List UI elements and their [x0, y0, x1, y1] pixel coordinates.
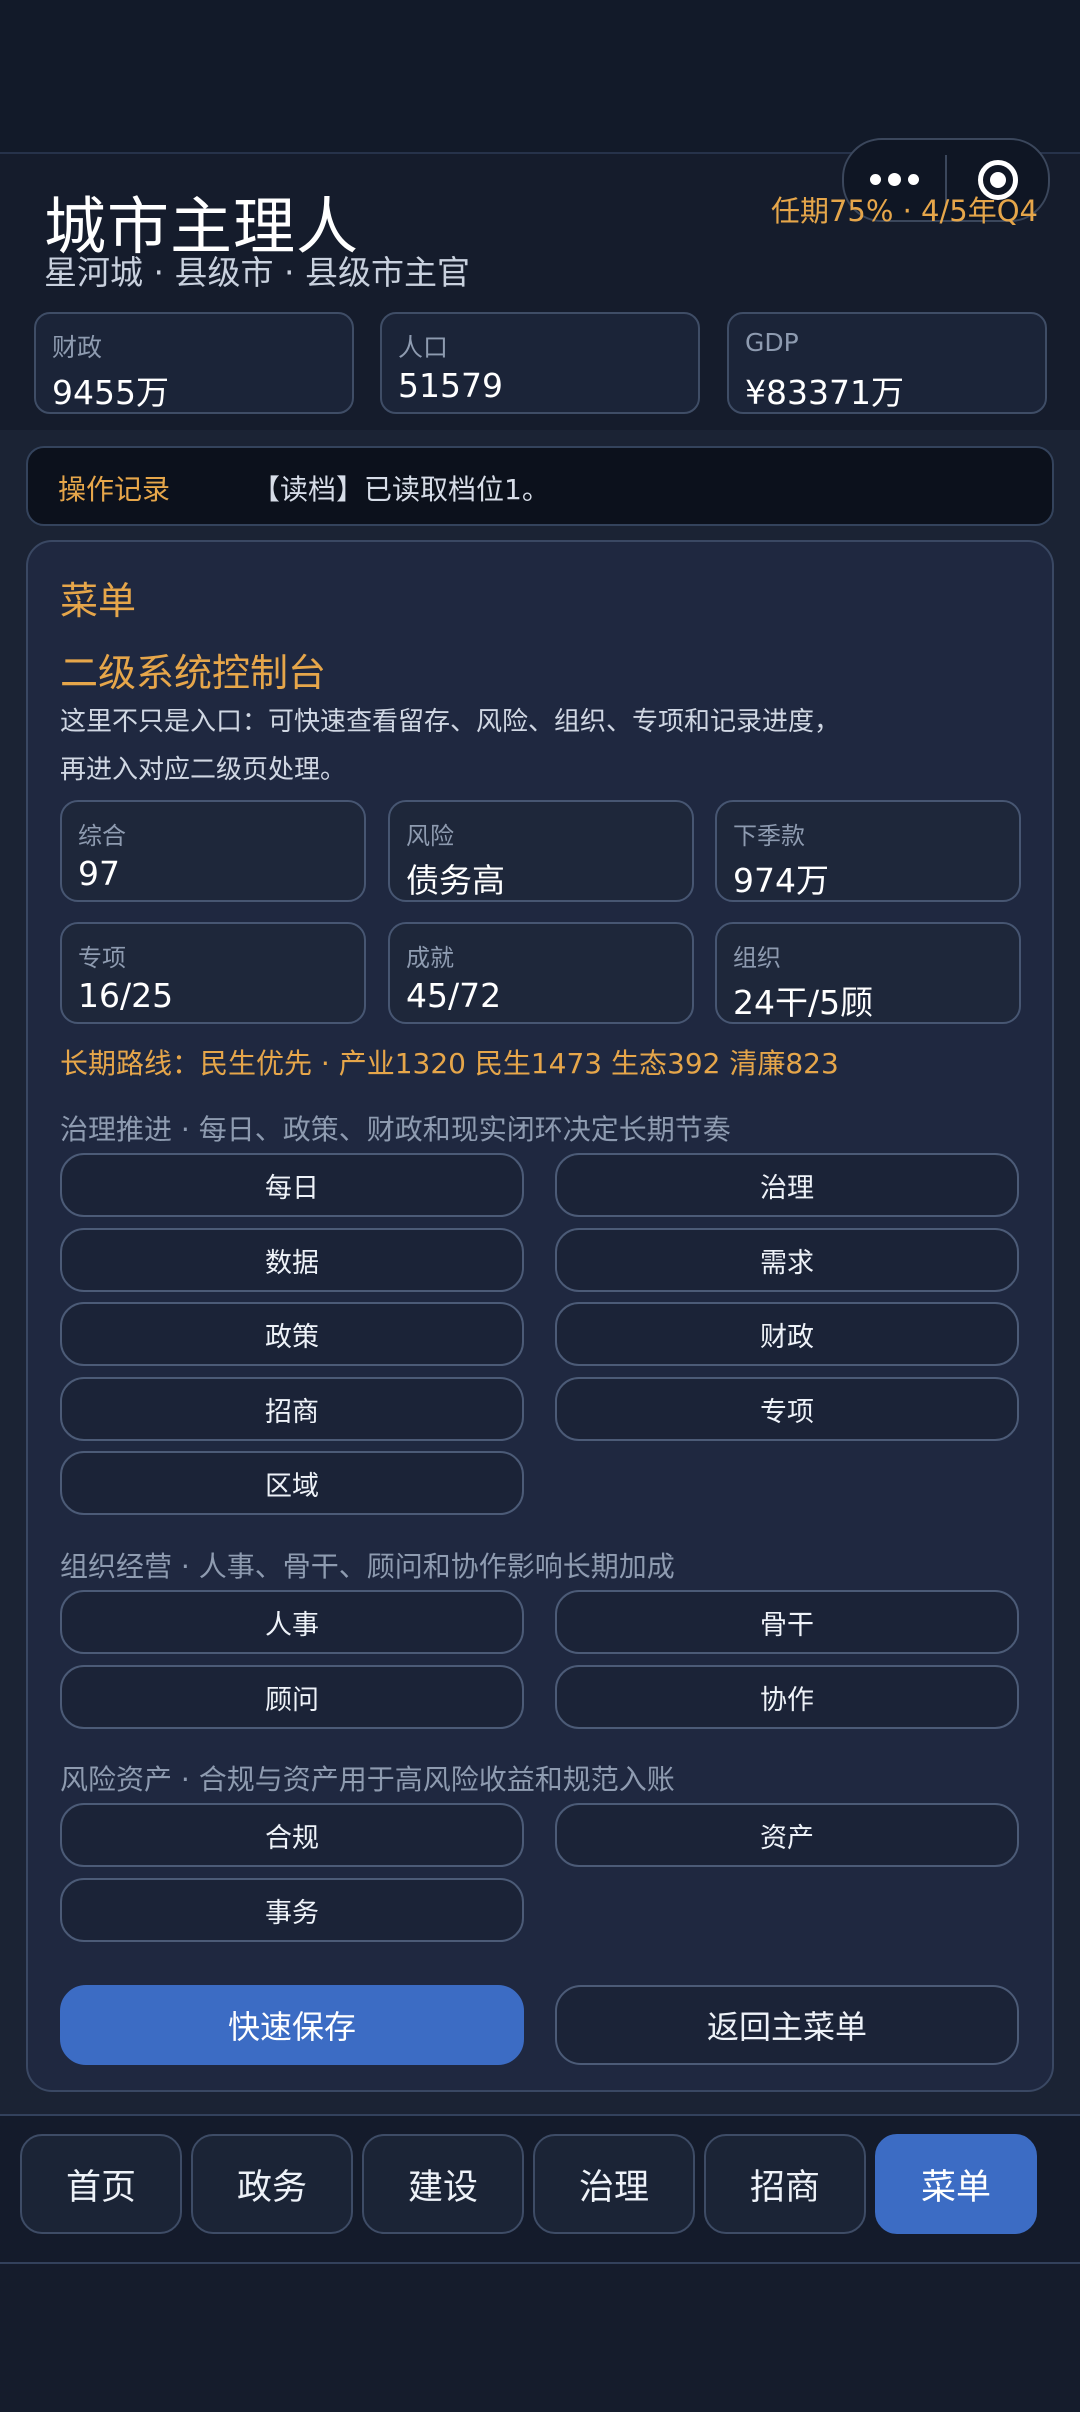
button-cadre[interactable]: 骨干 [555, 1590, 1019, 1654]
operation-log-text: 【读档】已读取档位1。 [252, 473, 550, 506]
card-value: 97 [78, 854, 120, 893]
button-daily[interactable]: 每日 [60, 1153, 524, 1217]
button-affairs[interactable]: 事务 [60, 1878, 524, 1942]
button-compliance[interactable]: 合规 [60, 1803, 524, 1867]
nav-home[interactable]: 首页 [20, 2134, 182, 2234]
button-policy[interactable]: 政策 [60, 1302, 524, 1366]
card-risk: 风险 债务高 [388, 800, 694, 902]
button-demand[interactable]: 需求 [555, 1228, 1019, 1292]
quick-save-button[interactable]: 快速保存 [60, 1985, 524, 2065]
button-personnel[interactable]: 人事 [60, 1590, 524, 1654]
card-achievements: 成就 45/72 [388, 922, 694, 1024]
more-dots-icon [870, 173, 919, 186]
stat-gdp: GDP ¥83371万 [727, 312, 1047, 414]
card-value: 债务高 [406, 861, 505, 900]
button-advisor[interactable]: 顾问 [60, 1665, 524, 1729]
card-value: 45/72 [406, 976, 502, 1015]
button-data[interactable]: 数据 [60, 1228, 524, 1292]
card-label: 风险 [406, 822, 454, 850]
stat-label: 人口 [398, 333, 449, 362]
card-label: 成就 [406, 944, 454, 972]
card-projects: 专项 16/25 [60, 922, 366, 1024]
button-collaboration[interactable]: 协作 [555, 1665, 1019, 1729]
button-investment[interactable]: 招商 [60, 1377, 524, 1441]
card-value: 974万 [733, 861, 829, 900]
card-value: 24干/5顾 [733, 983, 874, 1022]
stat-value: 51579 [398, 366, 503, 405]
button-projects[interactable]: 专项 [555, 1377, 1019, 1441]
stat-value: ¥83371万 [745, 373, 904, 412]
console-description: 这里不只是入口：可快速查看留存、风险、组织、专项和记录进度，再进入对应二级页处理… [60, 707, 841, 785]
status-bar-area [0, 0, 1080, 154]
nav-construction[interactable]: 建设 [362, 2134, 524, 2234]
stat-label: GDP [745, 328, 799, 357]
button-finance[interactable]: 财政 [555, 1302, 1019, 1366]
stat-finance: 财政 9455万 [34, 312, 354, 414]
section-governance-title: 治理推进 · 每日、政策、财政和现实闭环决定长期节奏 [60, 1113, 731, 1146]
card-next-payment: 下季款 974万 [715, 800, 1021, 902]
long-term-route: 长期路线：民生优先 · 产业1320 民生1473 生态392 清廉823 [60, 1047, 839, 1080]
card-organization: 组织 24干/5顾 [715, 922, 1021, 1024]
button-governance[interactable]: 治理 [555, 1153, 1019, 1217]
nav-investment[interactable]: 招商 [704, 2134, 866, 2234]
card-value: 16/25 [78, 976, 174, 1015]
card-label: 综合 [78, 822, 126, 850]
button-assets[interactable]: 资产 [555, 1803, 1019, 1867]
term-progress: 任期75% · 4/5年Q4 [770, 194, 1038, 228]
panel-title: 菜单 [60, 579, 137, 623]
nav-government-affairs[interactable]: 政务 [191, 2134, 353, 2234]
card-label: 组织 [733, 944, 781, 972]
console-title: 二级系统控制台 [60, 651, 327, 695]
nav-governance[interactable]: 治理 [533, 2134, 695, 2234]
page-subtitle: 星河城 · 县级市 · 县级市主官 [44, 253, 470, 292]
nav-menu[interactable]: 菜单 [875, 2134, 1037, 2234]
operation-log-label: 操作记录 [58, 473, 171, 506]
stat-value: 9455万 [52, 373, 169, 412]
card-overall: 综合 97 [60, 800, 366, 902]
stat-label: 财政 [52, 333, 103, 362]
stat-population: 人口 51579 [380, 312, 700, 414]
card-label: 专项 [78, 944, 126, 972]
section-organization-title: 组织经营 · 人事、骨干、顾问和协作影响长期加成 [60, 1550, 675, 1583]
card-label: 下季款 [733, 822, 805, 850]
button-region[interactable]: 区域 [60, 1451, 524, 1515]
section-risk-assets-title: 风险资产 · 合规与资产用于高风险收益和规范入账 [60, 1763, 675, 1796]
operation-log: 操作记录 【读档】已读取档位1。 [26, 446, 1054, 526]
back-to-main-menu-button[interactable]: 返回主菜单 [555, 1985, 1019, 2065]
